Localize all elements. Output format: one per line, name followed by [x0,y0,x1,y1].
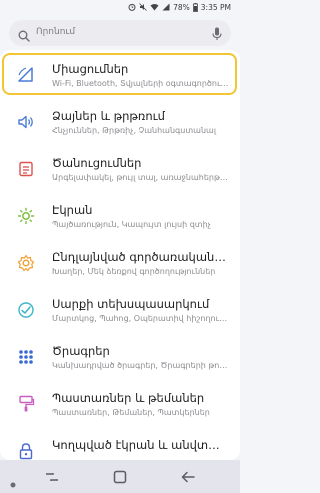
notifications-icon [17,160,35,178]
advanced-features-icon [17,254,35,272]
signal-icon [162,3,170,11]
settings-list: Միացումներ Wi-Fi, Bluetooth, Տվյալների օ… [0,50,240,460]
settings-item-notifications[interactable]: Ծանուցումներ Արգելափակել, թույլ տալ, առա… [0,146,240,193]
battery-icon [192,2,198,12]
sound-icon [17,113,35,131]
recent-apps-icon[interactable] [44,469,60,488]
apps-icon [17,348,35,366]
search-input[interactable]: Որոնում [36,27,75,37]
nav-dot-icon [10,473,16,492]
clock: 3:35 PM [200,2,231,12]
settings-item-subtitle: Պաստառներ, Թեմաներ, Պատկերներ [52,408,210,417]
settings-item-title: Ծանուցումներ [52,156,142,170]
settings-item-title: Պաստառներ և թեմաներ [52,391,205,405]
back-button-icon[interactable] [180,469,196,488]
settings-item-sounds[interactable]: Ձայներ և թրթռում Հնչյուններ, Թրթռիչ, Չան… [0,99,240,146]
settings-item-subtitle: Կանխադրված ծրագրեր, Ծրագրերի թույլտվությ… [52,361,230,370]
settings-item-display[interactable]: Էկրան Պայծառություն, Կապույտ լույսի զտիչ [0,193,240,240]
settings-item-subtitle: Մարտկոց, Պահոց, Օպերատիվ հիշողություն [52,314,230,323]
settings-item-subtitle: Հնչյուններ, Թրթռիչ, Չանհանգստանալ [52,126,216,135]
status-bar: 78% 3:35 PM [0,0,240,14]
settings-item-advanced-features[interactable]: Ընդլայնված գործառականություններ Խաղեր, Մ… [0,240,240,287]
settings-item-wallpapers-themes[interactable]: Պաստառներ և թեմաներ Պաստառներ, Թեմաներ, … [0,381,240,428]
battery-percent: 78% [173,2,190,12]
settings-item-title: Էկրան [52,203,93,217]
settings-item-title: Միացումներ [52,62,129,76]
microphone-icon[interactable] [212,26,222,45]
search-icon [18,27,30,46]
settings-item-subtitle: Wi-Fi, Bluetooth, Տվյալների օգտագործում,… [52,79,230,88]
alarm-icon [128,3,136,11]
settings-item-title: Սարքի տեխսպասարկում [52,297,210,311]
settings-item-title: Ընդլայնված գործառականություններ [52,250,230,264]
settings-item-subtitle: Խաղեր, Մեկ ձեռքով գործողություններ [52,267,216,276]
search-bar[interactable]: Որոնում [9,20,231,46]
settings-item-title: Կողպված էկրան և անվտանգություն [52,438,230,452]
wallpapers-themes-icon [17,395,35,413]
settings-item-connections[interactable]: Միացումներ Wi-Fi, Bluetooth, Տվյալների օ… [0,52,240,99]
settings-item-title: Ծրագրեր [52,344,110,358]
settings-item-lock-screen[interactable]: Կողպված էկրան և անվտանգություն [0,428,240,460]
display-icon [17,207,35,225]
mute-icon [139,3,147,11]
wifi-icon [150,3,159,11]
settings-item-device-maintenance[interactable]: Սարքի տեխսպասարկում Մարտկոց, Պահոց, Օպեր… [0,287,240,334]
device-maintenance-icon [17,301,35,319]
settings-item-subtitle: Արգելափակել, թույլ տալ, առաջնահերթությու… [52,173,230,182]
navigation-bar [0,460,240,493]
settings-item-apps[interactable]: Ծրագրեր Կանխադրված ծրագրեր, Ծրագրերի թու… [0,334,240,381]
settings-item-title: Ձայներ և թրթռում [52,109,165,123]
connections-icon [17,66,35,84]
settings-item-subtitle: Պայծառություն, Կապույտ լույսի զտիչ [52,220,211,229]
home-button-icon[interactable] [113,469,127,488]
lock-screen-icon [17,442,35,460]
